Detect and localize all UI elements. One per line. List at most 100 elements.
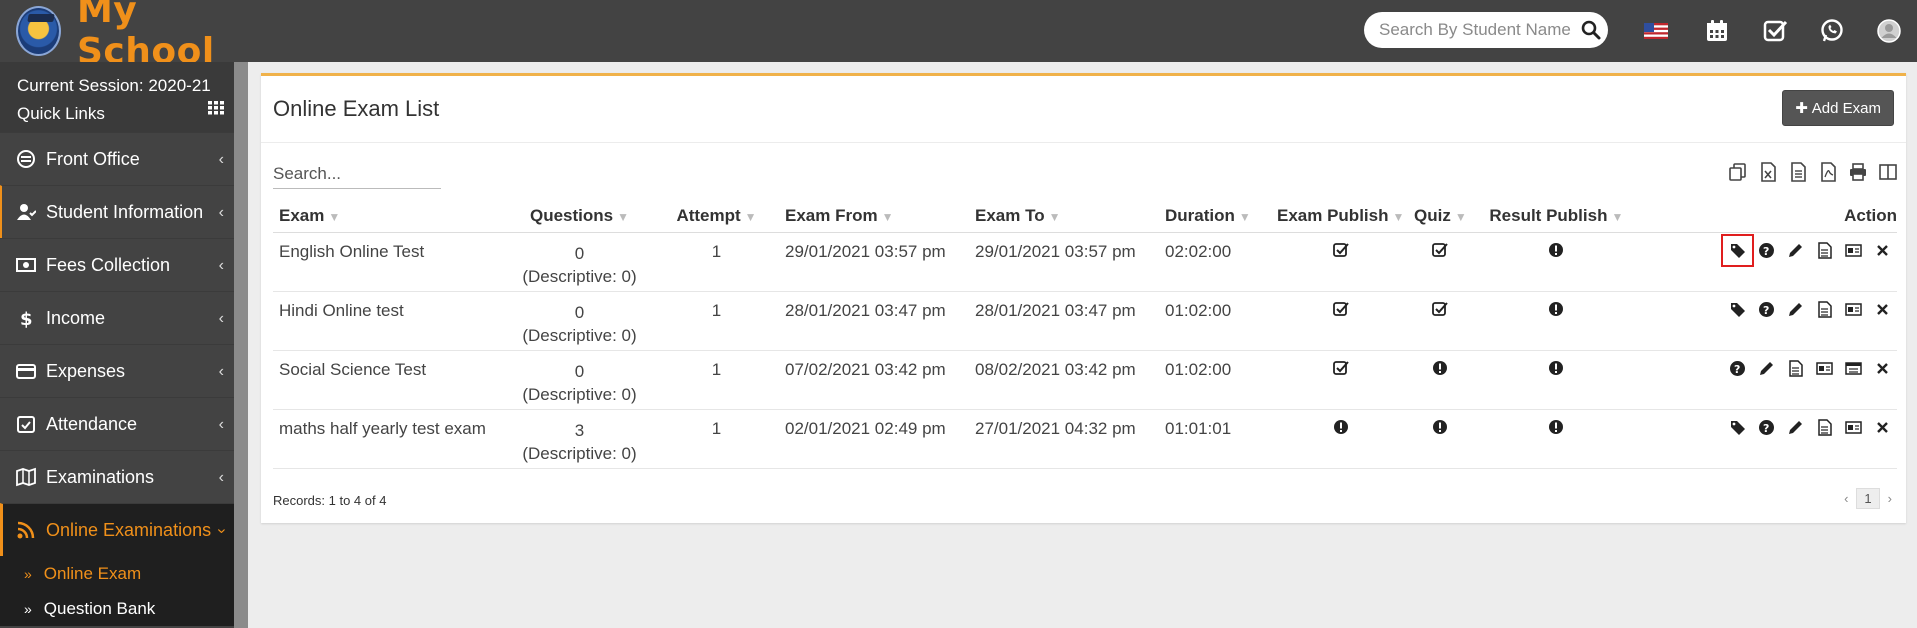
whatsapp-icon[interactable]	[1819, 18, 1845, 44]
calendar-icon[interactable]	[1704, 18, 1730, 44]
sidebar-item-label: Online Examinations	[46, 519, 212, 540]
credit-card-icon	[16, 361, 38, 381]
exam-name: English Online Test	[273, 232, 511, 292]
pencil-icon[interactable]	[1787, 242, 1804, 259]
question-icon[interactable]: ?	[1758, 242, 1775, 259]
pencil-icon[interactable]	[1787, 301, 1804, 318]
exclamation-circle-icon	[1333, 419, 1349, 439]
descriptive-count: (Descriptive: 0)	[522, 384, 637, 404]
table-row: Social Science Test 0 (Descriptive: 0) 1 07/…	[273, 350, 1897, 410]
column-header-quiz[interactable]: Quiz ▼	[1404, 200, 1477, 233]
column-header-questions[interactable]: Questions ▼	[511, 200, 648, 233]
print-icon[interactable]	[1848, 162, 1868, 182]
columns-icon[interactable]	[1878, 162, 1898, 182]
excel-icon[interactable]	[1758, 162, 1778, 182]
current-session: Current Session: 2020-21	[17, 76, 211, 95]
question-icon[interactable]: ?	[1758, 301, 1775, 318]
sidebar-item-label: Income	[46, 307, 106, 328]
checkbox-checked-icon	[1332, 360, 1349, 380]
next-page-icon[interactable]: ›	[1888, 491, 1892, 506]
quick-links-label[interactable]: Quick Links	[17, 100, 234, 128]
sidebar-item-label: Fees Collection	[46, 254, 171, 275]
svg-text:?: ?	[1763, 245, 1769, 258]
column-header-exam[interactable]: Exam ▼	[273, 200, 511, 233]
document-icon[interactable]	[1816, 241, 1833, 259]
list-window-icon[interactable]	[1845, 360, 1862, 377]
copy-icon[interactable]	[1728, 162, 1748, 182]
id-card-icon[interactable]	[1845, 419, 1862, 436]
action-buttons: ?	[1636, 300, 1897, 318]
id-card-icon[interactable]	[1845, 301, 1862, 318]
action-cell: ?	[1636, 291, 1897, 351]
column-header-exam-from[interactable]: Exam From ▼	[785, 200, 975, 233]
tag-icon[interactable]	[1729, 301, 1746, 318]
action-buttons: ?	[1636, 359, 1897, 377]
column-header-exam-to[interactable]: Exam To ▼	[975, 200, 1165, 233]
school-emblem-icon	[16, 6, 61, 56]
table-search-input[interactable]	[273, 160, 441, 188]
sidebar-item-front-office[interactable]: Front Office ‹	[0, 132, 234, 185]
sidebar-item-online-examinations[interactable]: Online Examinations ‹	[0, 503, 234, 556]
result-publish-cell	[1476, 232, 1637, 292]
tasks-check-icon[interactable]	[1762, 18, 1788, 44]
sidebar-subitem-online-exam[interactable]: » Online Exam	[0, 556, 234, 591]
top-header: My School	[0, 0, 1917, 72]
user-avatar-icon[interactable]	[1876, 18, 1902, 44]
prev-page-icon[interactable]: ‹	[1844, 491, 1848, 506]
result-publish-cell	[1476, 350, 1637, 410]
column-header-exam-publish[interactable]: Exam Publish ▼	[1277, 200, 1405, 233]
csv-icon[interactable]	[1788, 162, 1808, 182]
exam-from-cell: 29/01/2021 03:57 pm	[785, 232, 975, 292]
close-icon[interactable]	[1874, 360, 1891, 377]
sidebar-item-attendance[interactable]: Attendance ‹	[0, 397, 234, 450]
sidebar-item-income[interactable]: $ Income ‹	[0, 291, 234, 344]
tag-icon[interactable]	[1721, 233, 1754, 267]
exam-name: Social Science Test	[273, 350, 511, 410]
online-exam-panel: Online Exam List ✚ Add Exam Exam▼ Questi…	[261, 73, 1906, 523]
chevron-left-icon: ‹	[218, 204, 224, 221]
page-number[interactable]: 1	[1856, 488, 1880, 509]
exam-name: Hindi Online test	[273, 291, 511, 351]
question-icon[interactable]: ?	[1758, 419, 1775, 436]
search-icon[interactable]	[1579, 18, 1603, 42]
chevron-left-icon: ‹	[218, 363, 224, 380]
logo[interactable]: My School	[0, 0, 265, 72]
exam-to-cell: 27/01/2021 04:32 pm	[975, 409, 1165, 469]
close-icon[interactable]	[1874, 301, 1891, 318]
grid-icon[interactable]	[208, 100, 224, 115]
chevron-left-icon: ‹	[218, 257, 224, 274]
close-icon[interactable]	[1874, 419, 1891, 436]
sidebar-item-fees-collection[interactable]: Fees Collection ‹	[0, 238, 234, 291]
document-icon[interactable]	[1787, 359, 1804, 377]
sidebar-scrollbar[interactable]	[234, 62, 248, 628]
pdf-icon[interactable]	[1818, 162, 1838, 182]
column-header-result-publish[interactable]: Result Publish ▼	[1476, 200, 1637, 233]
sidebar-subitem-question-bank[interactable]: » Question Bank	[0, 591, 234, 626]
sidebar-subitem-label: Online Exam	[43, 563, 142, 583]
id-card-icon[interactable]	[1816, 360, 1833, 377]
front-office-icon	[16, 149, 38, 169]
column-header-attempt[interactable]: Attempt ▼	[648, 200, 785, 233]
sidebar-item-examinations[interactable]: Examinations ‹	[0, 450, 234, 503]
sidebar-item-expenses[interactable]: Expenses ‹	[0, 344, 234, 397]
id-card-icon[interactable]	[1845, 242, 1862, 259]
student-search-input[interactable]	[1379, 20, 1579, 40]
sidebar-item-student-information[interactable]: Student Information ‹	[0, 185, 234, 238]
question-icon[interactable]: ?	[1729, 360, 1746, 377]
exam-to-cell: 08/02/2021 03:42 pm	[975, 350, 1165, 410]
tag-icon[interactable]	[1729, 419, 1746, 436]
add-exam-button[interactable]: ✚ Add Exam	[1782, 90, 1894, 126]
table-body: English Online Test 0 (Descriptive: 0) 1 29/…	[273, 232, 1897, 469]
result-publish-cell	[1476, 291, 1637, 351]
us-flag-icon[interactable]	[1643, 18, 1669, 44]
pencil-icon[interactable]	[1758, 360, 1775, 377]
exam-to-cell: 29/01/2021 03:57 pm	[975, 232, 1165, 292]
document-icon[interactable]	[1816, 418, 1833, 436]
action-cell: ?	[1636, 409, 1897, 469]
close-icon[interactable]	[1874, 242, 1891, 259]
column-header-duration[interactable]: Duration ▼	[1165, 200, 1277, 233]
document-icon[interactable]	[1816, 300, 1833, 318]
pencil-icon[interactable]	[1787, 419, 1804, 436]
exclamation-circle-icon	[1548, 301, 1564, 321]
checkbox-checked-icon	[1332, 242, 1349, 262]
